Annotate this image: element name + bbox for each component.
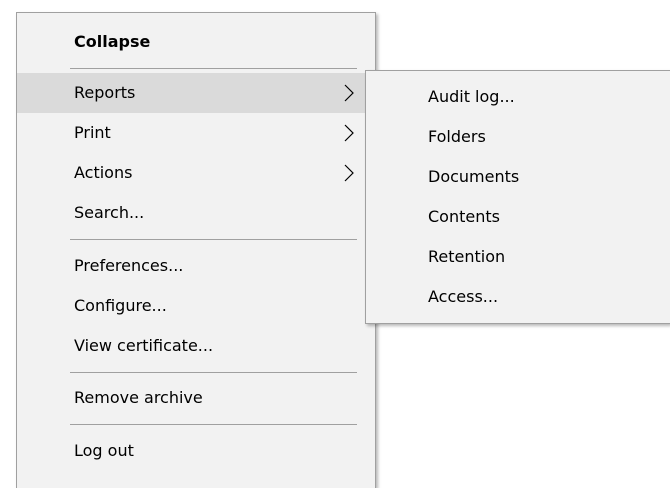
menu-separator bbox=[70, 372, 357, 373]
menu-item-label: Preferences... bbox=[74, 256, 184, 275]
menu-item-label: Log out bbox=[74, 441, 134, 460]
menu-item-label: Search... bbox=[74, 203, 145, 222]
submenu-item-contents[interactable]: Contents bbox=[366, 197, 670, 237]
submenu-item-folders[interactable]: Folders bbox=[366, 117, 670, 157]
submenu-item-access[interactable]: Access... bbox=[366, 277, 670, 317]
menu-item-collapse[interactable]: Collapse bbox=[17, 22, 375, 62]
menu-item-label: Audit log... bbox=[428, 87, 515, 106]
menu-separator bbox=[70, 239, 357, 240]
menu-item-label: Retention bbox=[428, 247, 506, 266]
menu-item-label: Print bbox=[74, 123, 111, 142]
menu-item-view-certificate[interactable]: View certificate... bbox=[17, 326, 375, 366]
menu-item-log-out[interactable]: Log out bbox=[17, 431, 375, 471]
submenu-item-documents[interactable]: Documents bbox=[366, 157, 670, 197]
menu-item-label: Folders bbox=[428, 127, 486, 146]
menu-item-label: Reports bbox=[74, 83, 136, 102]
menu-item-actions[interactable]: Actions bbox=[17, 153, 375, 193]
menu-item-label: Configure... bbox=[74, 296, 167, 315]
menu-item-label: Access... bbox=[428, 287, 499, 306]
menu-item-label: Collapse bbox=[74, 32, 151, 51]
submenu-item-audit-log[interactable]: Audit log... bbox=[366, 77, 670, 117]
chevron-right-icon bbox=[341, 153, 357, 193]
menu-item-preferences[interactable]: Preferences... bbox=[17, 246, 375, 286]
reports-submenu: Audit log... Folders Documents Contents … bbox=[365, 70, 670, 324]
chevron-right-icon bbox=[341, 73, 357, 113]
menu-item-label: Actions bbox=[74, 163, 133, 182]
context-menu: Collapse Reports Print Actions Search...… bbox=[16, 12, 376, 488]
menu-separator bbox=[70, 424, 357, 425]
menu-item-remove-archive[interactable]: Remove archive bbox=[17, 378, 375, 418]
menu-item-reports[interactable]: Reports bbox=[17, 73, 375, 113]
menu-separator bbox=[70, 68, 357, 69]
menu-item-search[interactable]: Search... bbox=[17, 193, 375, 233]
menu-item-label: Remove archive bbox=[74, 388, 203, 407]
chevron-right-icon bbox=[341, 113, 357, 153]
menu-item-label: View certificate... bbox=[74, 336, 214, 355]
menu-item-label: Documents bbox=[428, 167, 520, 186]
submenu-item-retention[interactable]: Retention bbox=[366, 237, 670, 277]
menu-item-label: Contents bbox=[428, 207, 500, 226]
menu-item-configure[interactable]: Configure... bbox=[17, 286, 375, 326]
menu-item-print[interactable]: Print bbox=[17, 113, 375, 153]
